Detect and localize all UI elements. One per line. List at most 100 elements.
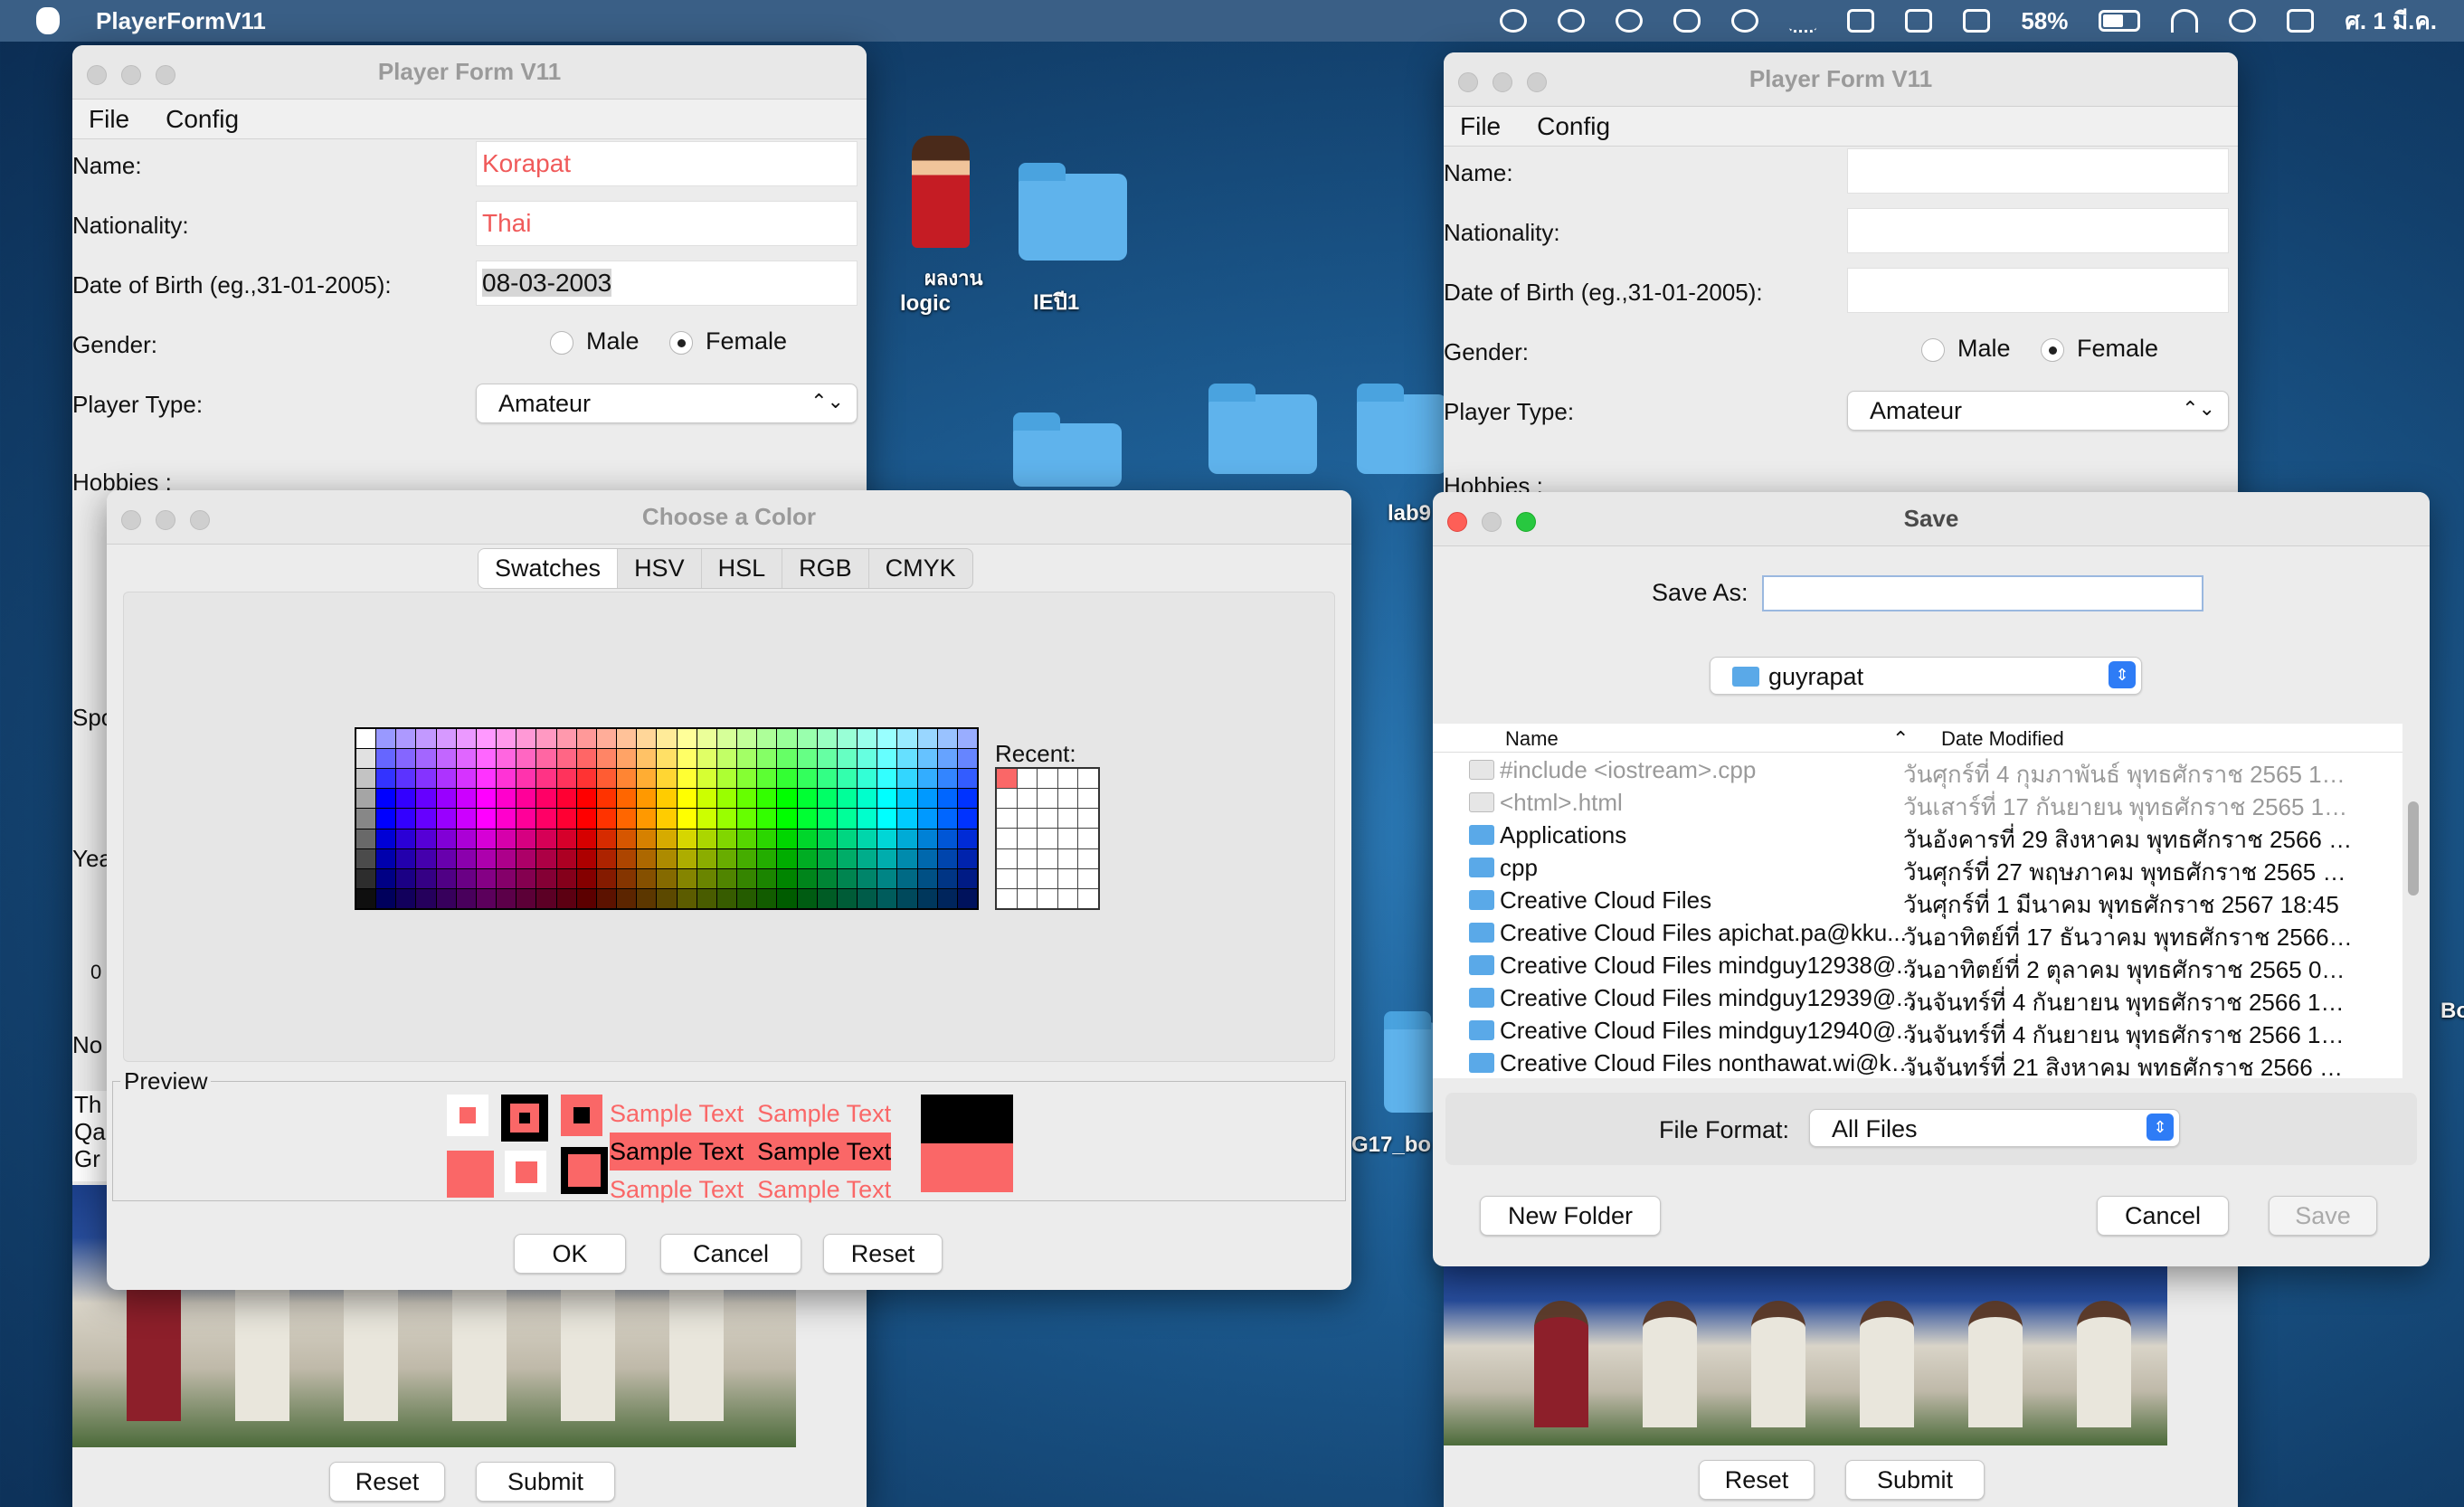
color-swatch[interactable] <box>536 868 556 888</box>
color-swatch[interactable] <box>797 729 817 749</box>
color-swatch[interactable] <box>436 848 456 868</box>
color-swatch[interactable] <box>697 829 716 848</box>
color-swatch[interactable] <box>617 868 637 888</box>
color-swatch[interactable] <box>456 769 476 789</box>
color-swatch[interactable] <box>436 769 456 789</box>
color-swatch[interactable] <box>817 729 837 749</box>
color-swatch[interactable] <box>877 729 897 749</box>
color-swatch[interactable] <box>697 769 716 789</box>
file-format-select[interactable]: All Files ⇕ <box>1809 1109 2180 1147</box>
color-swatch[interactable] <box>516 809 536 829</box>
color-swatch[interactable] <box>516 789 536 809</box>
player-type-select[interactable]: Amateur ⌃⌄ <box>1847 391 2229 431</box>
new-folder-button[interactable]: New Folder <box>1480 1196 1661 1236</box>
color-swatch[interactable] <box>396 769 416 789</box>
color-swatch[interactable] <box>777 888 797 908</box>
color-swatch[interactable] <box>436 809 456 829</box>
color-swatch[interactable] <box>456 888 476 908</box>
search-icon[interactable] <box>2229 9 2257 33</box>
color-swatch[interactable] <box>576 749 596 769</box>
color-swatch[interactable] <box>396 888 416 908</box>
close-button[interactable] <box>87 65 107 85</box>
color-swatch[interactable] <box>957 868 977 888</box>
color-swatch[interactable] <box>516 769 536 789</box>
color-swatch[interactable] <box>436 729 456 749</box>
color-swatch[interactable] <box>516 729 536 749</box>
color-swatch[interactable] <box>917 848 937 868</box>
color-swatch[interactable] <box>617 829 637 848</box>
color-swatch[interactable] <box>596 868 617 888</box>
submit-button[interactable]: Submit <box>476 1462 615 1502</box>
color-swatch[interactable] <box>556 789 576 809</box>
color-swatch[interactable] <box>657 888 677 908</box>
color-swatch[interactable] <box>516 868 536 888</box>
color-swatch[interactable] <box>476 809 497 829</box>
color-swatch[interactable] <box>596 809 617 829</box>
color-swatch[interactable] <box>917 888 937 908</box>
color-swatch[interactable] <box>536 769 556 789</box>
color-swatch[interactable] <box>637 868 657 888</box>
color-swatch[interactable] <box>917 769 937 789</box>
color-swatch[interactable] <box>737 749 757 769</box>
color-swatch[interactable] <box>356 868 376 888</box>
color-swatch[interactable] <box>677 749 697 769</box>
zoom-button[interactable] <box>156 65 175 85</box>
color-swatch[interactable] <box>556 848 576 868</box>
color-swatch[interactable] <box>456 809 476 829</box>
color-swatch[interactable] <box>376 848 396 868</box>
bluetooth-icon[interactable] <box>1673 9 1701 33</box>
color-swatch[interactable] <box>677 848 697 868</box>
color-swatch[interactable] <box>416 829 436 848</box>
color-swatch[interactable] <box>937 829 957 848</box>
recent-swatches[interactable] <box>995 767 1100 910</box>
color-swatch[interactable] <box>797 848 817 868</box>
color-swatch[interactable] <box>476 848 497 868</box>
color-swatch[interactable] <box>877 749 897 769</box>
color-swatch[interactable] <box>837 848 858 868</box>
desktop-folder-a[interactable] <box>1013 412 1122 487</box>
zoom-button[interactable] <box>1527 72 1547 92</box>
ok-button[interactable]: OK <box>514 1234 626 1274</box>
color-swatch[interactable] <box>497 809 516 829</box>
gender-male-option[interactable]: Male <box>550 327 640 355</box>
color-swatch[interactable] <box>697 749 716 769</box>
color-swatch[interactable] <box>396 729 416 749</box>
color-swatch[interactable] <box>497 848 516 868</box>
color-swatch[interactable] <box>937 809 957 829</box>
color-swatch[interactable] <box>677 789 697 809</box>
tab-hsl[interactable]: HSL <box>702 549 783 588</box>
file-row[interactable]: cpp วันศุกร์ที่ 27 พฤษภาคม พุทธศักราช 256… <box>1433 852 2402 886</box>
color-swatch[interactable] <box>797 769 817 789</box>
color-swatch[interactable] <box>456 848 476 868</box>
color-swatch[interactable] <box>536 888 556 908</box>
color-swatch[interactable] <box>937 868 957 888</box>
color-swatch[interactable] <box>817 769 837 789</box>
color-swatch[interactable] <box>716 789 737 809</box>
color-swatch[interactable] <box>897 829 917 848</box>
color-swatch[interactable] <box>596 749 617 769</box>
color-swatch[interactable] <box>657 789 677 809</box>
color-swatch[interactable] <box>817 888 837 908</box>
color-swatch[interactable] <box>536 809 556 829</box>
color-swatch[interactable] <box>416 848 436 868</box>
color-swatch[interactable] <box>576 868 596 888</box>
minimize-button[interactable] <box>1482 512 1502 532</box>
color-swatch[interactable] <box>536 848 556 868</box>
color-swatch[interactable] <box>957 848 977 868</box>
color-swatch[interactable] <box>697 789 716 809</box>
creative-cloud-icon[interactable] <box>1558 9 1586 33</box>
male-radio[interactable] <box>550 330 573 355</box>
menu-config[interactable]: Config <box>166 105 239 134</box>
color-swatch[interactable] <box>596 829 617 848</box>
color-swatch[interactable] <box>837 729 858 749</box>
color-swatch[interactable] <box>556 729 576 749</box>
color-swatch[interactable] <box>817 848 837 868</box>
color-swatch[interactable] <box>657 749 677 769</box>
color-swatch[interactable] <box>436 749 456 769</box>
menu-file[interactable]: File <box>89 105 129 134</box>
color-swatch[interactable] <box>637 888 657 908</box>
color-swatch[interactable] <box>757 769 777 789</box>
save-button[interactable]: Save <box>2269 1196 2377 1236</box>
save-as-input[interactable] <box>1762 575 2203 611</box>
color-swatch[interactable] <box>957 789 977 809</box>
